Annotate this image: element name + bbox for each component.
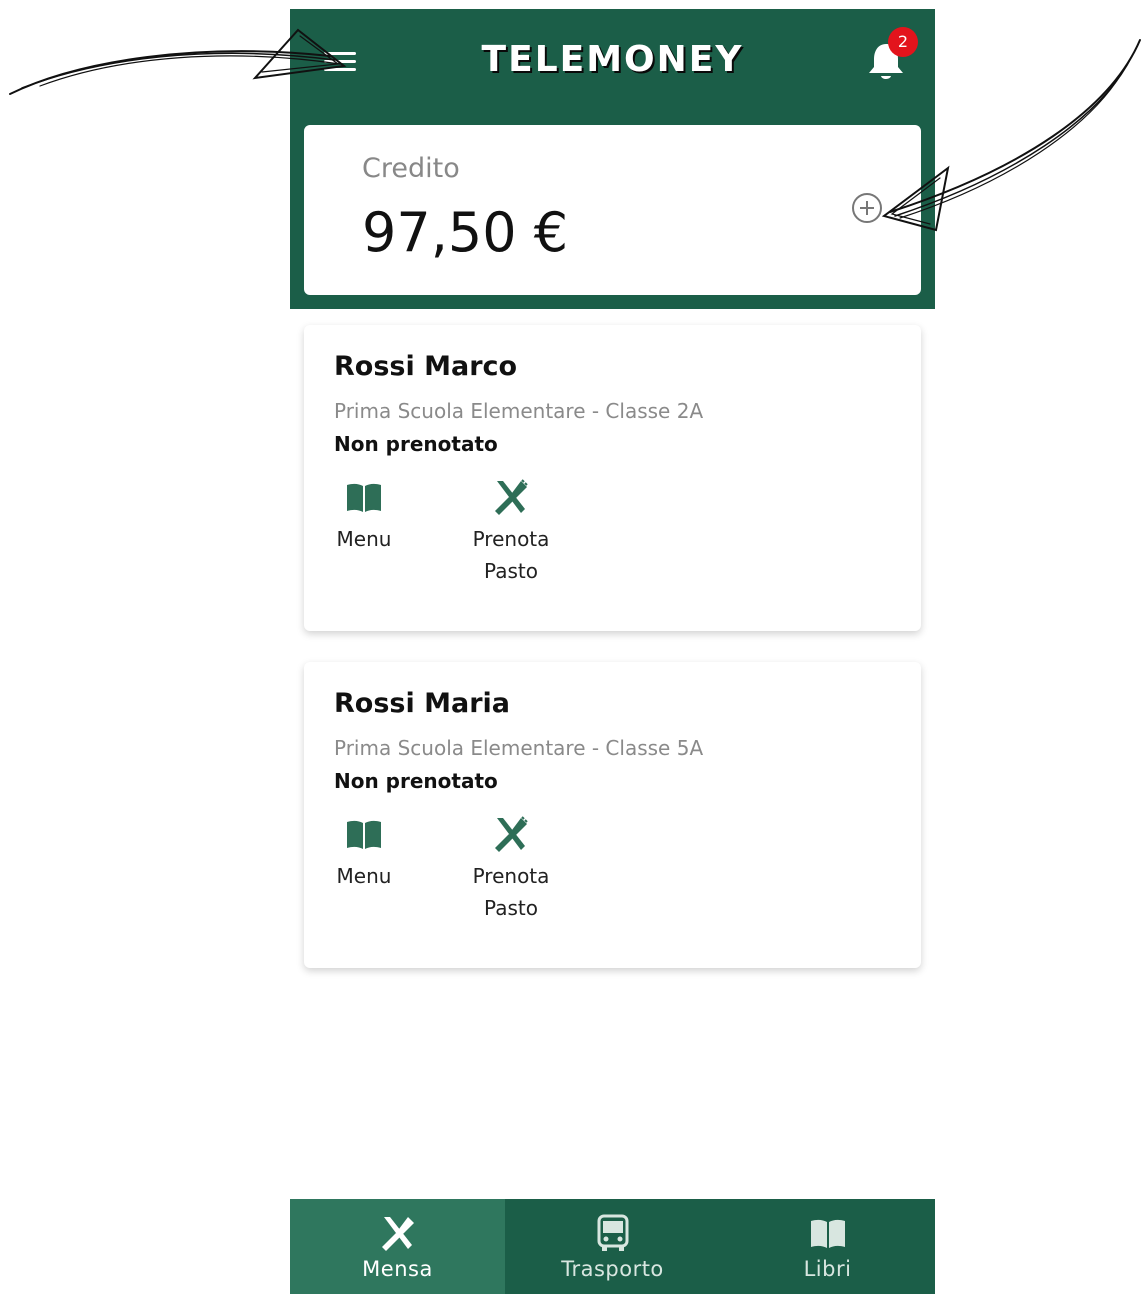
add-credit-plus-icon[interactable] — [852, 193, 882, 223]
book-icon — [810, 1219, 845, 1248]
booking-status: Non prenotato — [334, 769, 498, 793]
tab-trasporto[interactable]: Trasporto — [505, 1199, 720, 1294]
menu-label: Menu — [336, 864, 392, 888]
student-card: Rossi Marco Prima Scuola Elementare - Cl… — [304, 325, 921, 631]
student-card: Rossi Maria Prima Scuola Elementare - Cl… — [304, 662, 921, 968]
menu-label: Menu — [336, 527, 392, 551]
book-meal-button[interactable]: Prenota Pasto — [448, 477, 574, 587]
utensils-icon — [495, 479, 528, 515]
student-name: Rossi Maria — [334, 688, 511, 719]
credit-card: Credito 97,50 € — [304, 125, 921, 295]
book-meal-button[interactable]: Prenota Pasto — [448, 814, 574, 924]
menu-button[interactable]: Menu — [328, 477, 400, 555]
book-icon — [347, 483, 381, 512]
book-icon — [347, 820, 381, 849]
app-header: TELEMONEY 2 Credito 97,50 € — [290, 9, 935, 309]
book-meal-label-line2: Pasto — [484, 559, 538, 583]
book-meal-label-line1: Prenota — [472, 864, 550, 888]
student-name: Rossi Marco — [334, 351, 518, 382]
tab-trasporto-label: Trasporto — [561, 1257, 664, 1281]
bus-icon — [597, 1214, 628, 1251]
book-meal-label-line2: Pasto — [484, 896, 538, 920]
tab-mensa-label: Mensa — [362, 1257, 433, 1281]
tab-libri-label: Libri — [803, 1257, 852, 1281]
bottom-navigation: Mensa Trasporto Libri — [290, 1199, 935, 1294]
book-meal-label-line1: Prenota — [472, 527, 550, 551]
booking-status: Non prenotato — [334, 432, 498, 456]
student-school: Prima Scuola Elementare - Classe 5A — [334, 736, 704, 760]
tab-libri[interactable]: Libri — [720, 1199, 935, 1294]
utensils-icon — [495, 816, 528, 852]
notification-badge: 2 — [888, 27, 918, 57]
left-arrow-shaft — [9, 50, 331, 95]
credit-amount: 97,50 € — [362, 201, 569, 264]
app-title: TELEMONEY — [481, 39, 744, 80]
credit-label: Credito — [362, 153, 460, 184]
tab-mensa[interactable]: Mensa — [290, 1199, 505, 1294]
utensils-icon — [381, 1217, 414, 1251]
student-school: Prima Scuola Elementare - Classe 2A — [334, 399, 704, 423]
app-screen: TELEMONEY 2 Credito 97,50 € Rossi Marco … — [290, 9, 935, 1294]
menu-button[interactable]: Menu — [328, 814, 400, 892]
